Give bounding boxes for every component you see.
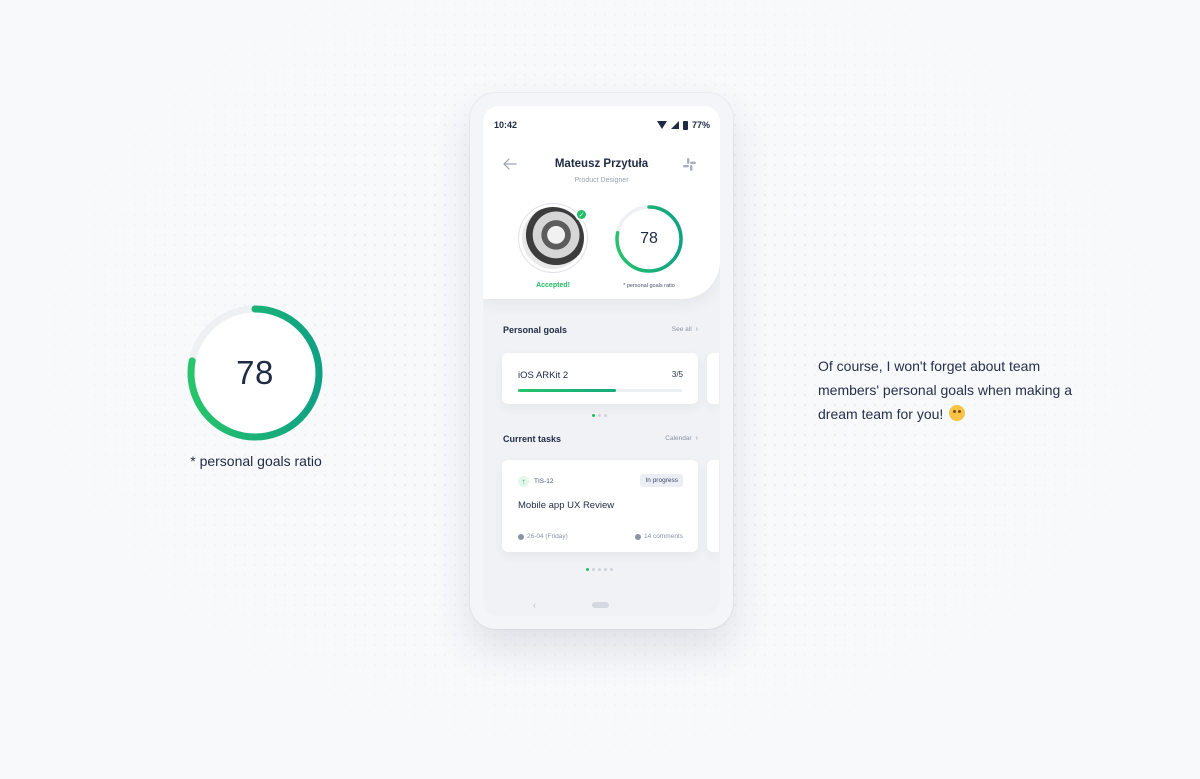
wifi-icon <box>656 121 667 129</box>
task-date-text: 26-04 (Friday) <box>527 533 568 540</box>
goal-progress-fill <box>518 389 617 392</box>
personal-goals-title: Personal goals <box>503 325 568 335</box>
comment-icon <box>634 533 641 540</box>
profile-header: 10:42 77% Mateusz Przytuła Product Desig… <box>483 106 720 299</box>
slack-icon[interactable] <box>682 157 697 172</box>
pager-dot[interactable] <box>604 414 607 417</box>
next-goal-card-peek[interactable] <box>707 353 719 404</box>
next-task-card-peek[interactable] <box>707 460 719 552</box>
profile-role: Product Designer <box>574 177 629 184</box>
check-badge-icon: ✓ <box>575 208 588 221</box>
battery-level: 77% <box>691 120 710 130</box>
small-ring-value: 78 <box>640 230 658 247</box>
big-ring-value: 78 <box>236 354 274 391</box>
big-ring-caption: * personal goals ratio <box>190 453 322 469</box>
calendar-label: Calendar <box>665 435 692 442</box>
nav-back-icon[interactable]: ‹ <box>533 600 536 610</box>
see-all-link[interactable]: See all › <box>672 326 698 333</box>
see-all-label: See all <box>671 326 692 333</box>
pager-dot[interactable] <box>592 568 595 571</box>
chevron-right-icon: › <box>695 326 698 333</box>
status-bar: 10:42 77% <box>494 120 710 132</box>
avatar-container[interactable]: ✓ <box>518 203 588 273</box>
calendar-link[interactable]: Calendar › <box>665 435 698 442</box>
pager-dot[interactable] <box>598 568 601 571</box>
task-id: TIS-12 <box>534 478 554 485</box>
status-time: 10:42 <box>494 120 518 130</box>
big-goals-ring: 78 <box>184 302 326 444</box>
pager-dot[interactable] <box>598 414 601 417</box>
task-date: 26-04 (Friday) <box>518 533 568 540</box>
task-id-row: ↑ TIS-12 <box>518 476 554 487</box>
goal-count: 3/5 <box>671 370 683 379</box>
small-ring-caption: * personal goals ratio <box>623 283 675 289</box>
current-tasks-title: Current tasks <box>503 434 562 444</box>
goals-pager <box>592 414 607 417</box>
tasks-pager <box>586 568 613 571</box>
task-title: Mobile app UX Review <box>518 500 615 511</box>
status-icons: 77% <box>656 120 710 130</box>
task-card[interactable]: ↑ TIS-12 In progress Mobile app UX Revie… <box>502 460 698 552</box>
task-comments[interactable]: 14 comments <box>634 533 683 540</box>
pager-dot-active[interactable] <box>586 568 589 571</box>
description-body: Of course, I won't forget about team mem… <box>818 358 1073 422</box>
nav-home-icon[interactable] <box>592 602 609 608</box>
phone-mockup: 10:42 77% Mateusz Przytuła Product Desig… <box>470 93 733 629</box>
battery-icon <box>682 120 688 130</box>
pager-dot-active[interactable] <box>592 414 595 417</box>
accepted-status: Accepted! <box>536 282 570 289</box>
pager-dot[interactable] <box>604 568 607 571</box>
chevron-right-icon: › <box>695 435 698 442</box>
arrow-up-icon: ↑ <box>518 476 529 487</box>
goal-progress-track <box>518 389 682 392</box>
status-badge: In progress <box>640 474 683 487</box>
system-nav-bar: ‹ <box>483 594 720 616</box>
goal-name: iOS ARKit 2 <box>518 370 569 381</box>
phone-screen: 10:42 77% Mateusz Przytuła Product Desig… <box>483 106 720 616</box>
party-face-emoji-icon <box>949 405 966 421</box>
goal-card[interactable]: iOS ARKit 2 3/5 <box>502 353 698 404</box>
signal-icon <box>670 121 679 129</box>
description-text: Of course, I won't forget about team mem… <box>818 354 1088 426</box>
clock-icon <box>518 533 524 540</box>
pager-dot[interactable] <box>610 568 613 571</box>
small-goals-ring: 78 <box>613 203 685 275</box>
task-comments-text: 14 comments <box>643 533 683 540</box>
